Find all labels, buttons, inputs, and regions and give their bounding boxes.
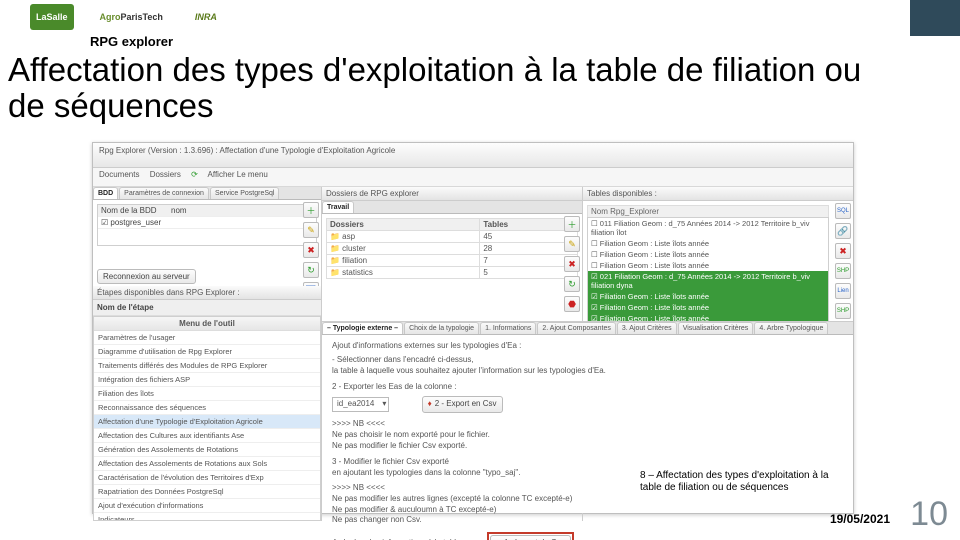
logo-agroparistech: AgroParisTech [94,4,169,30]
select-colonne[interactable]: id_ea2014▾ [332,397,389,412]
col-nom-bdd: Nom de la BDD [101,206,171,215]
tab-service-postgre[interactable]: Service PostgreSql [210,187,280,199]
list-item[interactable]: ☑ Filiation Geom : Liste îlots année [588,302,828,313]
menu-item[interactable]: Reconnaissance des séquences [94,401,320,415]
menu-item[interactable]: Paramètres de l'usager [94,331,320,345]
sql-icon[interactable]: SQL [835,203,851,219]
logo-lasalle: LaSalle [30,4,74,30]
tab-visualisation-criteres[interactable]: Visualisation Critères [678,322,754,334]
accent-bar [910,0,960,36]
menu-item[interactable]: Traitements différés des Modules de RPG … [94,359,320,373]
nb-a: Ne pas choisir le nom exporté pour le fi… [332,430,843,441]
tool-menu: Menu de l'outil Paramètres de l'usagerDi… [93,316,321,521]
reload-icon[interactable]: ↻ [303,262,319,278]
app-window: Rpg Explorer (Version : 1.3.696) : Affec… [92,142,854,514]
nb2c: Ne pas changer non Csv. [332,515,843,526]
tab-ajout-composantes[interactable]: 2. Ajout Composantes [537,322,616,334]
logo-row: LaSalle AgroParisTech INRA [30,4,223,30]
dossiers-table: DossiersTables 📁 asp45📁 cluster28📁 filia… [326,218,578,279]
menu-bar: Documents Dossiers ⟳ Afficher Le menu [93,168,853,187]
th-tables: Tables [480,219,578,231]
tab-params-connexion[interactable]: Paramètres de connexion [119,187,209,199]
remove-icon[interactable]: ✖ [835,243,851,259]
list-item[interactable]: ☐ 011 Filiation Geom : d_75 Années 2014 … [588,218,828,238]
delete-folder-icon[interactable]: ✖ [564,256,580,272]
stop-icon[interactable]: ⬣ [564,296,580,312]
nb-header: >>>> NB <<<< [332,419,843,430]
tab-bdd[interactable]: BDD [93,187,118,199]
link-icon[interactable]: 🔗 [835,223,851,239]
tab-arbre-typologique[interactable]: 4. Arbre Typologique [754,322,828,334]
tab-informations[interactable]: 1. Informations [480,322,536,334]
list-item[interactable]: ☐ Filiation Geom : Liste îlots année [588,238,828,249]
mid-header: Dossiers de RPG explorer [322,187,582,201]
db-icon[interactable]: 🗄 [303,282,319,286]
tab-ajout-criteres[interactable]: 3. Ajout Critères [617,322,677,334]
table-row[interactable]: 📁 statistics5 [327,267,578,279]
col-nom: nom [171,206,187,215]
tab-typologie-externe[interactable]: – Typologie externe – [322,322,403,334]
etapes-header: Étapes disponibles dans RPG Explorer : [93,286,321,300]
table-row[interactable]: 📁 asp45 [327,231,578,243]
menu-afficher[interactable]: Afficher Le menu [208,170,268,179]
page-number: 10 [910,495,948,534]
tool-menu-title: Menu de l'outil [94,317,320,331]
refresh-icon[interactable]: ⟳ [191,170,198,179]
edit-folder-icon[interactable]: ✎ [564,236,580,252]
menu-item[interactable]: Caractérisation de l'évolution des Terri… [94,471,320,485]
tab-travail[interactable]: Travail [322,201,354,213]
shp2-icon[interactable]: SHP [835,303,851,319]
menu-item[interactable]: Diagramme d'utilisation de Rpg Explorer [94,345,320,359]
intro-line1: Ajout d'informations externes sur les ty… [332,341,843,352]
menu-item[interactable]: Ajout d'exécution d'informations [94,499,320,513]
menu-item[interactable]: Affectation d'une Typologie d'Exploitati… [94,415,320,429]
list-item[interactable]: ☑ Filiation Geom : Liste îlots année [588,291,828,302]
list-item[interactable]: ☐ Filiation Geom : Liste îlots année [588,249,828,260]
list-item[interactable]: ☑ 021 Filiation Geom : d_75 Années 2014 … [588,271,828,291]
chevron-down-icon: ▾ [382,399,386,410]
add-icon[interactable]: ＋ [303,202,319,218]
bdd-user[interactable]: postgres_user [110,218,161,227]
table-row[interactable]: 📁 filiation7 [327,255,578,267]
slide-subtitle: RPG explorer [90,34,173,49]
slide-title: Affectation des types d'exploitation à l… [8,52,900,125]
slide-date: 19/05/2021 [830,512,890,526]
edit-icon[interactable]: ✎ [303,222,319,238]
table-row[interactable]: 📁 cluster28 [327,243,578,255]
footnote-8: 8 – Affectation des types d'exploitation… [640,470,830,494]
tab-choix-typologie[interactable]: Choix de la typologie [404,322,479,334]
window-titlebar: Rpg Explorer (Version : 1.3.696) : Affec… [93,143,853,168]
import-csv-button[interactable]: ♦4 - Import du Csv [490,535,570,540]
bdd-grid: Nom de la BDDnom ☑ postgres_user [97,204,317,246]
left-tabs: BDD Paramètres de connexion Service Post… [93,187,321,200]
menu-dossiers[interactable]: Dossiers [150,170,181,179]
list-item[interactable]: ☐ Filiation Geom : Liste îlots année [588,260,828,271]
menu-item[interactable]: Affectation des Assolements de Rotations… [94,457,320,471]
col-nom-rpg: Nom Rpg_Explorer [587,205,829,217]
logo-inra: INRA [189,4,223,30]
menu-item[interactable]: Rapatriation des Données PostgreSql [94,485,320,499]
nb2a: Ne pas modifier les autres lignes (excep… [332,494,843,505]
th-dossiers: Dossiers [327,219,480,231]
reload-folder-icon[interactable]: ↻ [564,276,580,292]
menu-item[interactable]: Affectation des Cultures aux identifiant… [94,429,320,443]
menu-item[interactable]: Filiation des îlots [94,387,320,401]
menu-item[interactable]: Intégration des fichiers ASP [94,373,320,387]
etape-nom-label: Nom de l'étape [93,300,321,316]
left-icon-column: ＋ ✎ ✖ ↻ 🗄 [303,202,319,286]
add-folder-icon[interactable]: ＋ [564,216,580,232]
nb-b: Ne pas modifier le fichier Csv exporté. [332,441,843,452]
step2-label: 2 - Exporter les Eas de la colonne : [332,382,843,393]
export-csv-button[interactable]: ♦2 - Export en Csv [422,396,503,413]
lien-badge[interactable]: Lien [835,283,851,299]
menu-item[interactable]: Génération des Assolements de Rotations [94,443,320,457]
nb2b: Ne pas modifier & auculoumn à TC excepté… [332,505,843,516]
reconnect-button[interactable]: Reconnexion au serveur [97,269,196,284]
menu-item[interactable]: Indicateurs [94,513,320,521]
menu-documents[interactable]: Documents [99,170,139,179]
shp-icon[interactable]: SHP [835,263,851,279]
right-header: Tables disponibles : [583,187,853,201]
intro-line2: - Sélectionner dans l'encadré ci-dessus,… [332,355,843,377]
delete-icon[interactable]: ✖ [303,242,319,258]
